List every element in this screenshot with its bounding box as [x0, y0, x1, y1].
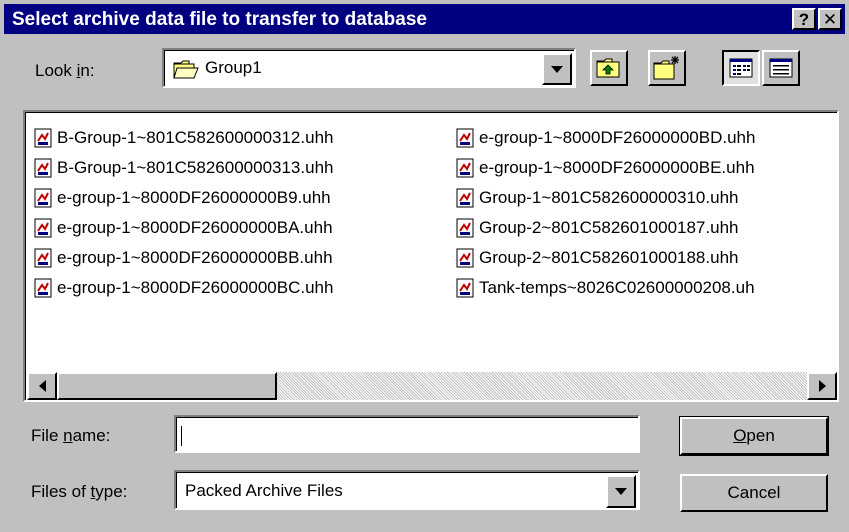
file-name-input[interactable]	[174, 415, 640, 453]
look-in-dropdown-button[interactable]	[542, 53, 572, 85]
file-icon	[34, 248, 52, 268]
file-icon	[34, 158, 52, 178]
list-item[interactable]: B-Group-1~801C582600000313.uhh	[34, 153, 333, 183]
details-view-button[interactable]	[762, 50, 800, 86]
list-item[interactable]: e-group-1~8000DF26000000BE.uhh	[456, 153, 755, 183]
files-of-type-dropdown-button[interactable]	[606, 475, 636, 508]
file-list[interactable]: B-Group-1~801C582600000312.uhh B-Group-1…	[23, 110, 839, 402]
arrow-left-icon	[38, 380, 46, 392]
create-new-folder-button[interactable]	[648, 50, 686, 86]
file-icon	[34, 278, 52, 298]
title-bar[interactable]: Select archive data file to transfer to …	[4, 4, 845, 34]
scrollbar-thumb[interactable]	[57, 372, 277, 400]
arrow-right-icon	[818, 380, 826, 392]
cancel-button[interactable]: Cancel	[680, 474, 828, 512]
file-icon	[456, 188, 474, 208]
file-column-1: B-Group-1~801C582600000312.uhh B-Group-1…	[34, 123, 333, 303]
files-of-type-label: Files of type:	[31, 482, 128, 501]
help-button[interactable]: ?	[792, 8, 816, 30]
list-view-button[interactable]	[722, 50, 760, 86]
file-open-dialog: Select archive data file to transfer to …	[0, 0, 849, 532]
file-icon	[456, 218, 474, 238]
window-title: Select archive data file to transfer to …	[12, 9, 427, 30]
file-icon	[34, 188, 52, 208]
up-folder-icon	[596, 58, 620, 78]
new-folder-icon	[653, 56, 679, 80]
up-one-level-button[interactable]	[590, 50, 628, 86]
file-icon	[456, 248, 474, 268]
list-item[interactable]: Tank-temps~8026C02600000208.uh	[456, 273, 755, 303]
list-view-icon	[729, 58, 753, 78]
files-of-type-dropdown[interactable]: Packed Archive Files	[174, 470, 640, 510]
chevron-down-icon	[615, 488, 627, 495]
horizontal-scrollbar[interactable]	[27, 372, 837, 400]
open-button[interactable]: Open	[679, 416, 829, 456]
file-icon	[456, 158, 474, 178]
look-in-label: Look in:	[35, 61, 95, 80]
list-item[interactable]: e-group-1~8000DF26000000B9.uhh	[34, 183, 333, 213]
folder-open-icon	[173, 60, 199, 79]
text-caret	[181, 426, 182, 446]
scroll-left-button[interactable]	[27, 372, 57, 400]
list-item[interactable]: e-group-1~8000DF26000000BD.uhh	[456, 123, 755, 153]
help-icon: ?	[798, 9, 810, 29]
list-item[interactable]: Group-2~801C582601000187.uhh	[456, 213, 755, 243]
look-in-dropdown[interactable]: Group1	[162, 48, 576, 88]
close-button[interactable]: ✕	[818, 8, 842, 30]
file-icon	[456, 128, 474, 148]
list-item[interactable]: Group-2~801C582601000188.uhh	[456, 243, 755, 273]
files-of-type-value: Packed Archive Files	[185, 481, 343, 500]
chevron-down-icon	[551, 65, 563, 73]
list-item[interactable]: e-group-1~8000DF26000000BB.uhh	[34, 243, 333, 273]
list-item[interactable]: e-group-1~8000DF26000000BC.uhh	[34, 273, 333, 303]
look-in-value: Group1	[205, 58, 262, 77]
file-icon	[456, 278, 474, 298]
file-name-label: File name:	[31, 426, 111, 445]
close-icon: ✕	[822, 9, 838, 29]
file-icon	[34, 128, 52, 148]
list-item[interactable]: B-Group-1~801C582600000312.uhh	[34, 123, 333, 153]
scroll-right-button[interactable]	[807, 372, 837, 400]
details-view-icon	[769, 58, 793, 78]
file-icon	[34, 218, 52, 238]
list-item[interactable]: e-group-1~8000DF26000000BA.uhh	[34, 213, 333, 243]
list-item[interactable]: Group-1~801C582600000310.uhh	[456, 183, 755, 213]
file-column-2: e-group-1~8000DF26000000BD.uhh e-group-1…	[456, 123, 755, 303]
